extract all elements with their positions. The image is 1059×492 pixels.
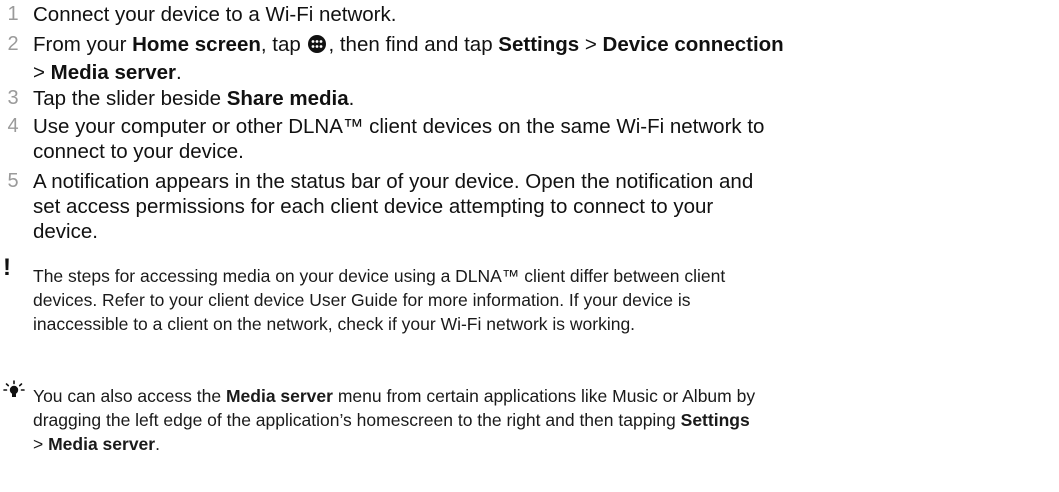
step-text-part: . — [176, 61, 182, 84]
step-line: connect to your device. — [33, 140, 244, 163]
tip-text-part: dragging the left edge of the applicatio… — [33, 410, 681, 430]
tip-text-part: You can also access the — [33, 386, 226, 406]
device-connection-term: Device connection — [602, 33, 784, 56]
apps-grid-icon — [307, 34, 327, 60]
media-server-term: Media server — [48, 434, 156, 454]
note-line: The steps for accessing media on your de… — [33, 266, 726, 286]
settings-term: Settings — [680, 410, 750, 430]
note-line: devices. Refer to your client device Use… — [33, 290, 691, 310]
step-text-part: , then find and tap — [328, 33, 499, 56]
step-text-part: . — [348, 87, 355, 110]
step-line: device. — [33, 220, 98, 243]
tip-text-part: menu from certain applications like Musi… — [332, 386, 756, 406]
media-server-term: Media server — [50, 61, 177, 84]
share-media-term: Share media — [226, 87, 349, 110]
step-text: Connect your device to a Wi-Fi network. — [33, 2, 1033, 27]
step-text-part: , tap — [260, 33, 307, 56]
settings-term: Settings — [498, 33, 580, 56]
step-line: Use your computer or other DLNA™ client … — [33, 115, 765, 138]
step-line: A notification appears in the status bar… — [33, 170, 754, 193]
tip-text: You can also access the Media server men… — [33, 384, 1043, 456]
step-text: Use your computer or other DLNA™ client … — [33, 114, 1033, 164]
step-number: 2 — [7, 33, 19, 55]
step-line: set access permissions for each client d… — [33, 195, 714, 218]
step-number: 4 — [7, 115, 19, 137]
note-line: inaccessible to a client on the network,… — [33, 314, 636, 334]
note-text: The steps for accessing media on your de… — [33, 264, 1043, 336]
step-text-part: > — [579, 33, 603, 56]
tip-text-part: > — [33, 434, 49, 454]
step-text-part: > — [33, 61, 51, 84]
exclamation-icon: ! — [3, 254, 11, 281]
step-text-part: From your — [33, 33, 133, 56]
step-number: 5 — [7, 170, 19, 192]
lightbulb-icon — [3, 380, 25, 405]
home-screen-term: Home screen — [132, 33, 261, 56]
step-number: 1 — [7, 3, 19, 25]
step-text-part: Tap the slider beside — [33, 87, 227, 110]
step-number: 3 — [7, 87, 19, 109]
media-server-term: Media server — [225, 386, 333, 406]
step-text: Tap the slider beside Share media. — [33, 86, 1033, 111]
step-text: A notification appears in the status bar… — [33, 169, 1033, 244]
step-text-part: Connect your device to a Wi-Fi network. — [33, 3, 397, 26]
step-text: From your Home screen, tap , then find a… — [33, 32, 1033, 85]
tip-text-part: . — [155, 434, 160, 454]
